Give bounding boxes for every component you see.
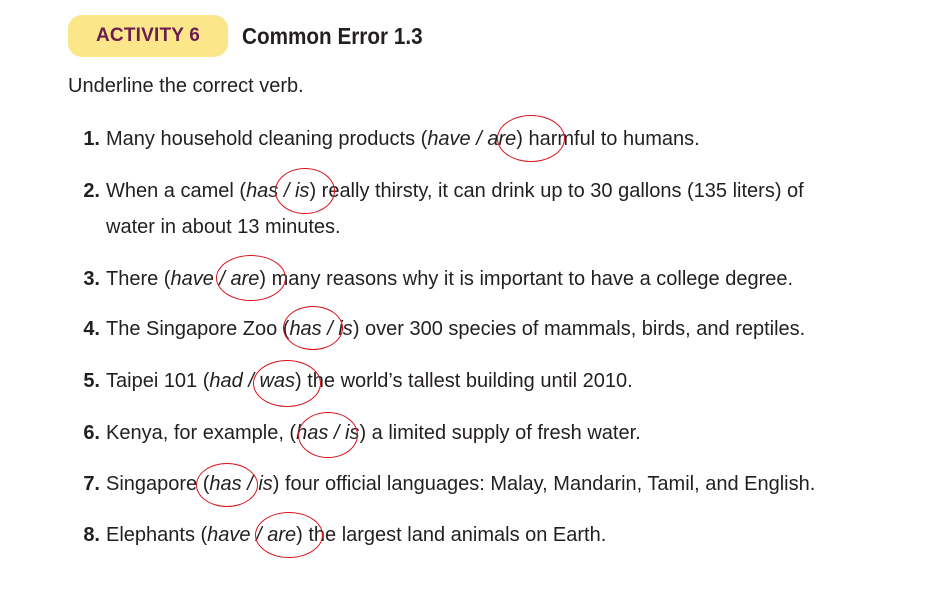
instruction-text: Underline the correct verb.	[68, 75, 304, 97]
item-text: Many household cleaning products (have /…	[106, 128, 700, 150]
item-number: 5.	[83, 370, 100, 392]
item-number: 1.	[83, 128, 100, 150]
item-number: 8.	[83, 524, 100, 546]
item-text: When a camel (has / is) really thirsty, …	[106, 180, 804, 202]
verb-option-1[interactable]: have	[427, 128, 470, 150]
verb-option-1[interactable]: have	[170, 268, 213, 290]
item-number: 2.	[83, 180, 100, 202]
verb-option-2[interactable]: are	[231, 268, 260, 290]
activity-header: ACTIVITY 6 Common Error 1.3	[68, 15, 443, 57]
verb-option-2[interactable]: are	[267, 524, 296, 546]
verb-option-1[interactable]: has	[289, 318, 321, 340]
item-number: 6.	[83, 422, 100, 444]
verb-option-2[interactable]: is	[295, 180, 309, 202]
item-text-continued: water in about 13 minutes.	[106, 216, 341, 238]
verb-option-1[interactable]: have	[207, 524, 250, 546]
verb-option-1[interactable]: has	[296, 422, 328, 444]
verb-option-1[interactable]: has	[209, 473, 241, 495]
item-text: Singapore (has / is) four official langu…	[106, 473, 816, 495]
item-number: 7.	[83, 473, 100, 495]
verb-option-2[interactable]: is	[345, 422, 359, 444]
item-text: Kenya, for example, (has / is) a limited…	[106, 422, 641, 444]
verb-option-2[interactable]: are	[487, 128, 516, 150]
item-text: Elephants (have / are) the largest land …	[106, 524, 607, 546]
item-text: Taipei 101 (had / was) the world’s talle…	[106, 370, 633, 392]
activity-badge: ACTIVITY 6	[68, 15, 229, 57]
verb-option-1[interactable]: had	[209, 370, 242, 392]
activity-title: Common Error 1.3	[242, 22, 423, 49]
verb-option-2[interactable]: is	[338, 318, 352, 340]
verb-option-2[interactable]: is	[258, 473, 272, 495]
item-text: The Singapore Zoo (has / is) over 300 sp…	[106, 318, 806, 340]
verb-option-2[interactable]: was	[259, 370, 295, 392]
item-number: 3.	[83, 268, 100, 290]
item-number: 4.	[83, 318, 100, 340]
item-text: There (have / are) many reasons why it i…	[106, 268, 794, 290]
verb-option-1[interactable]: has	[246, 180, 278, 202]
